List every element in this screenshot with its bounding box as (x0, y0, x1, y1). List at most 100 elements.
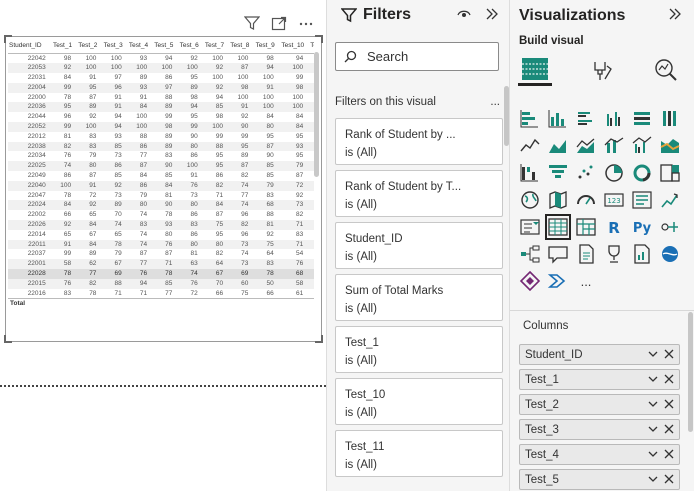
column-header[interactable]: Test_6 (176, 39, 202, 54)
report-canvas[interactable]: Student_ID Test_1 Test_2 Test_3 Test_4 Test_5… (0, 0, 326, 491)
table-row[interactable]: 22002 66 65 70 74 78 86 87 96 88 82 (8, 210, 314, 220)
map-icon[interactable] (519, 189, 541, 211)
column-header[interactable]: Student_ID (8, 39, 50, 54)
table-row[interactable]: 22036 95 89 91 84 89 94 85 91 100 100 (8, 102, 314, 113)
column-header[interactable]: Test_2 (75, 39, 101, 54)
more-options-icon[interactable] (298, 15, 314, 31)
table-row[interactable]: 22026 92 84 74 83 93 83 75 82 81 71 (8, 220, 314, 230)
more-visuals-button[interactable]: ... (575, 270, 597, 292)
card-icon[interactable]: 123 (603, 189, 625, 211)
field-well-item[interactable]: Student_ID (519, 344, 680, 365)
decomposition-tree-icon[interactable] (519, 243, 541, 265)
field-well-item[interactable]: Test_3 (519, 419, 680, 440)
table-row[interactable]: 22031 84 91 97 89 86 95 100 100 100 99 (8, 73, 314, 83)
table-row[interactable]: 22001 58 62 67 77 71 63 64 73 83 76 (8, 259, 314, 270)
clustered-column-icon[interactable] (603, 108, 625, 130)
chevron-down-icon[interactable] (647, 398, 659, 410)
table-row[interactable]: 22042 98 100 100 93 94 92 100 100 98 94 (8, 53, 314, 63)
table-row[interactable]: 22011 91 84 78 74 76 80 80 73 75 71 (8, 239, 314, 250)
table-row[interactable]: 22040 100 91 92 86 84 76 82 74 79 72 (8, 180, 314, 191)
chevron-down-icon[interactable] (647, 348, 659, 360)
table-row[interactable]: 22012 81 83 93 88 89 90 99 99 95 95 (8, 132, 314, 142)
100-column-icon[interactable] (659, 108, 681, 130)
r-visual-icon[interactable]: R (603, 216, 625, 238)
power-automate-icon[interactable] (547, 270, 569, 292)
table-row[interactable]: 22053 92 100 100 100 100 100 92 87 94 100 (8, 63, 314, 74)
field-well-item[interactable]: Test_1 (519, 369, 680, 390)
donut-icon[interactable] (631, 162, 653, 184)
line-chart-icon[interactable] (519, 135, 541, 157)
focus-mode-icon[interactable] (271, 15, 287, 31)
waterfall-icon[interactable] (519, 162, 541, 184)
multi-row-card-icon[interactable] (631, 189, 653, 211)
matrix-icon[interactable] (575, 216, 597, 238)
filter-card[interactable]: Test_10 is (All) (335, 378, 503, 425)
table-row[interactable]: 22052 99 100 94 100 98 99 100 90 80 84 (8, 122, 314, 132)
kpi-icon[interactable] (659, 189, 681, 211)
format-visual-tab[interactable] (584, 54, 618, 86)
table-icon[interactable] (545, 214, 571, 240)
filter-card[interactable]: Sum of Total Marks is (All) (335, 274, 503, 321)
table-row[interactable]: 22024 84 92 89 80 90 80 84 74 68 73 (8, 200, 314, 211)
column-header[interactable]: Test_7 (201, 39, 228, 54)
pie-icon[interactable] (603, 162, 625, 184)
stacked-column-icon[interactable] (547, 108, 569, 130)
line-column-icon[interactable] (603, 135, 625, 157)
chevron-down-icon[interactable] (647, 473, 659, 485)
filter-icon[interactable] (243, 15, 261, 31)
column-header[interactable]: Test_5 (151, 39, 177, 54)
arcgis-map-icon[interactable] (659, 243, 681, 265)
close-icon[interactable] (663, 348, 675, 360)
table-row[interactable]: 22034 76 79 73 77 83 86 95 89 90 95 (8, 151, 314, 161)
column-header[interactable]: Test_9 (252, 39, 278, 54)
area-chart-icon[interactable] (547, 135, 569, 157)
treemap-icon[interactable] (659, 162, 681, 184)
table-row[interactable]: 22038 82 83 85 86 89 80 88 95 87 93 (8, 141, 314, 152)
table-row[interactable]: 22014 65 67 65 74 80 86 95 96 92 83 (8, 230, 314, 240)
gauge-icon[interactable] (575, 189, 597, 211)
column-header[interactable]: Test_4 (125, 39, 152, 54)
column-header[interactable]: Te (307, 39, 314, 54)
table-row[interactable]: 22000 78 87 91 91 88 98 94 100 100 100 (8, 93, 314, 103)
clustered-bar-icon[interactable] (575, 108, 597, 130)
filter-card[interactable]: Rank of Student by T... is (All) (335, 170, 503, 217)
key-influencers-icon[interactable] (659, 216, 681, 238)
column-header[interactable]: Test_3 (100, 39, 126, 54)
resize-handle[interactable] (315, 35, 323, 43)
column-header[interactable]: Test_1 (49, 39, 76, 54)
filter-card[interactable]: Student_ID is (All) (335, 222, 503, 269)
field-well-item[interactable]: Test_5 (519, 469, 680, 490)
slicer-icon[interactable] (519, 216, 541, 238)
collapse-pane-icon[interactable] (485, 8, 499, 20)
column-header[interactable]: Test_8 (227, 39, 253, 54)
filter-card[interactable]: Test_11 is (All) (335, 430, 503, 477)
qa-icon[interactable] (547, 243, 569, 265)
table-scrollbar[interactable] (314, 52, 319, 177)
chevron-down-icon[interactable] (647, 448, 659, 460)
chevron-down-icon[interactable] (647, 423, 659, 435)
close-icon[interactable] (663, 448, 675, 460)
close-icon[interactable] (663, 473, 675, 485)
power-apps-icon[interactable] (519, 270, 541, 292)
field-well-item[interactable]: Test_4 (519, 444, 680, 465)
more-options-button[interactable]: ... (490, 96, 500, 108)
filled-map-icon[interactable] (547, 189, 569, 211)
field-well-item[interactable]: Test_2 (519, 394, 680, 415)
filter-card[interactable]: Rank of Student by ... is (All) (335, 118, 503, 165)
paginated-report-icon[interactable] (631, 243, 653, 265)
resize-handle[interactable] (315, 335, 323, 343)
filter-search-box[interactable] (335, 42, 499, 71)
table-row[interactable]: 22016 83 78 71 71 77 72 66 75 66 61 (8, 289, 314, 299)
table-row[interactable]: 22025 74 80 86 87 90 100 95 87 85 79 (8, 161, 314, 172)
table-row[interactable]: 22047 78 72 73 79 81 73 71 77 83 92 (8, 191, 314, 201)
collapse-pane-icon[interactable] (668, 8, 682, 20)
table-row[interactable]: 22015 76 82 88 94 85 76 70 60 50 58 (8, 278, 314, 289)
100-bar-icon[interactable] (631, 108, 653, 130)
table-row[interactable]: 22037 99 89 79 87 87 81 82 74 64 54 (8, 249, 314, 259)
funnel-icon[interactable] (547, 162, 569, 184)
table-row[interactable]: 22049 86 87 85 84 85 91 86 82 85 87 (8, 171, 314, 181)
scatter-icon[interactable] (575, 162, 597, 184)
column-header[interactable]: Test_10 (277, 39, 308, 54)
ribbon-chart-icon[interactable] (659, 135, 681, 157)
python-visual-icon[interactable]: Py (631, 216, 653, 238)
